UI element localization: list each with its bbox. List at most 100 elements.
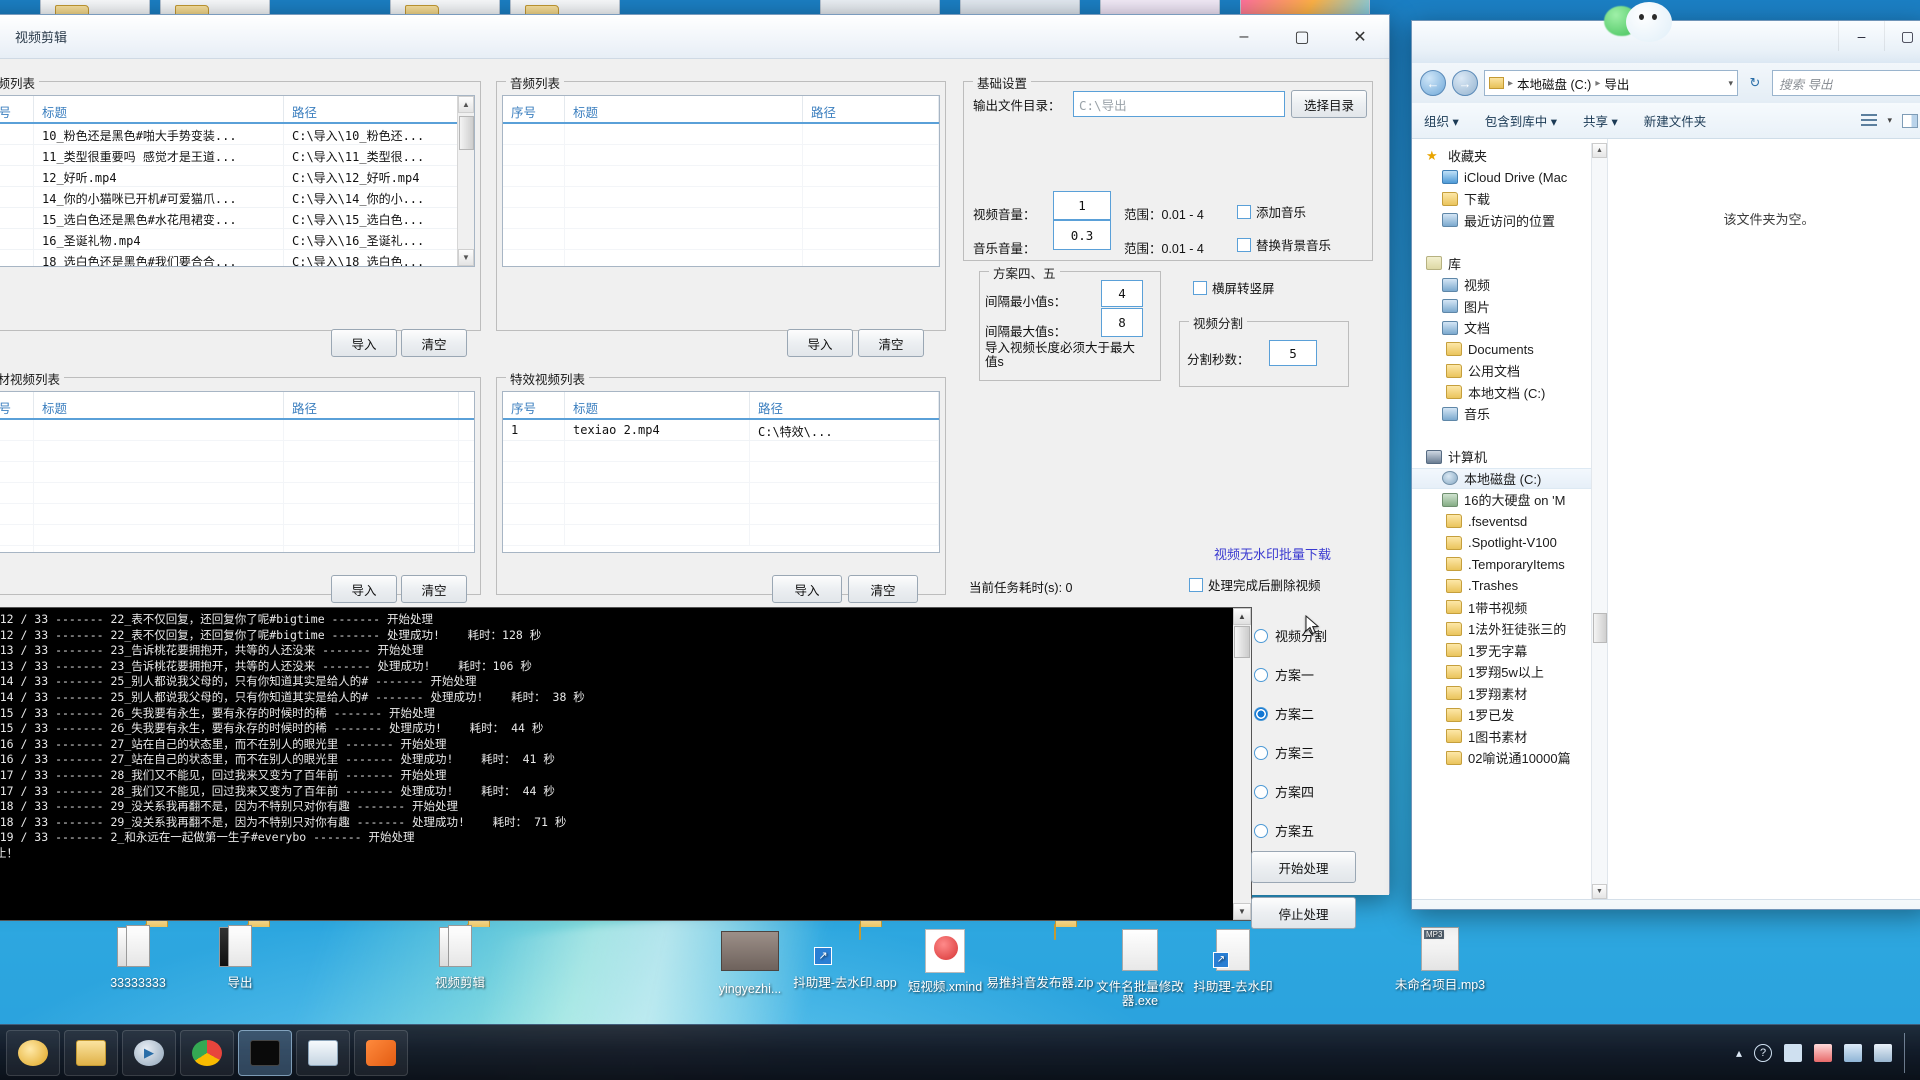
console-output[interactable]: --- 12 / 33 ------- 22_表不仅回复，还回复你了呢#bigt… [0, 607, 1252, 921]
view-list-icon[interactable] [1861, 114, 1878, 127]
scroll-up-icon[interactable]: ▲ [458, 96, 474, 113]
nav-item--temporaryitems[interactable]: .TemporaryItems [1412, 554, 1607, 576]
table-row-empty[interactable] [0, 483, 474, 504]
desktop-icon-douhelper-app[interactable]: ↗ 抖助理-去水印.app [790, 924, 900, 990]
volume-icon[interactable] [1874, 1044, 1892, 1062]
nav-item-库[interactable]: 库 [1412, 253, 1607, 275]
start-processing-button[interactable]: 开始处理 [1251, 851, 1356, 883]
taskbar-app[interactable] [354, 1029, 408, 1076]
share-menu[interactable]: 共享 ▾ [1583, 111, 1618, 130]
table-row-empty[interactable] [503, 462, 939, 483]
desktop-icon-33333333[interactable]: 33333333 [83, 924, 193, 990]
video-import-button[interactable]: 导入 [331, 329, 397, 357]
choose-dir-button[interactable]: 选择目录 [1291, 90, 1367, 118]
preview-pane-icon[interactable] [1902, 113, 1918, 128]
nav-item-图片[interactable]: 图片 [1412, 296, 1607, 318]
table-row[interactable]: 10_粉色还是黑色#啪大手势变装... C:\导入\10_粉色还... [0, 124, 474, 145]
maximize-button[interactable]: ▢ [1884, 21, 1920, 51]
include-in-library-menu[interactable]: 包含到库中 ▾ [1485, 111, 1557, 130]
nav-item-1罗无字幕[interactable]: 1罗无字幕 [1412, 640, 1607, 662]
network-icon[interactable] [1844, 1044, 1862, 1062]
landscape-to-portrait-checkbox[interactable]: 横屏转竖屏 [1193, 278, 1275, 297]
radio-dot[interactable] [1254, 745, 1268, 760]
column-header-path[interactable]: 路径 [803, 96, 939, 122]
scroll-thumb[interactable] [1234, 626, 1250, 658]
nav-item-1罗翔素材[interactable]: 1罗翔素材 [1412, 683, 1607, 705]
desktop-icon-video-edit[interactable]: 视频剪辑 [405, 924, 515, 990]
table-row-empty[interactable] [503, 208, 939, 229]
explorer-nav-pane[interactable]: ★ 收藏夹 iCloud Drive (Mac 下载 最近访问的位置库视频 图片 文档 Doc… [1412, 139, 1608, 899]
nav-item-收藏夹[interactable]: ★ 收藏夹 [1412, 145, 1607, 167]
maximize-button[interactable]: ▢ [1273, 15, 1331, 58]
column-header-path[interactable]: 路径 [284, 392, 459, 418]
video-volume-input[interactable]: 1 [1053, 191, 1111, 220]
nav-scrollbar[interactable]: ▲ ▼ [1591, 143, 1607, 899]
radio-plan-4[interactable]: 方案四 [1254, 782, 1314, 801]
table-row-empty[interactable] [0, 546, 474, 552]
radio-video-split[interactable]: 视频分割 [1254, 626, 1327, 645]
minimize-button[interactable]: – [1838, 21, 1884, 51]
split-seconds-input[interactable]: 5 [1269, 340, 1317, 366]
table-row[interactable]: 14_你的小猫咪已开机#可爱猫爪... C:\导入\14_你的小... [0, 187, 474, 208]
video-clear-button[interactable]: 清空 [401, 329, 467, 357]
table-row-empty[interactable] [503, 145, 939, 166]
taskbar-media-player[interactable]: ▶ [122, 1029, 176, 1076]
desktop-icon-mp3[interactable]: MP3 未命名项目.mp3 [1380, 925, 1500, 992]
desktop-icon-yingyezhi[interactable]: yingyezhi... [695, 925, 805, 996]
delete-after-processing-checkbox[interactable]: 处理完成后删除视频 [1189, 575, 1321, 594]
radio-dot[interactable] [1254, 628, 1268, 643]
explorer-window[interactable]: – ▢ ← → ▸ 本地磁盘 (C:) ▸ 导出 ▾ ↻ 搜索 导出 组织 ▾ … [1411, 20, 1920, 910]
nav-item-视频[interactable]: 视频 [1412, 274, 1607, 296]
radio-plan-5[interactable]: 方案五 [1254, 821, 1314, 840]
column-header-path[interactable]: 路径 [750, 392, 939, 418]
material-import-button[interactable]: 导入 [331, 575, 397, 603]
refresh-icon[interactable]: ↻ [1744, 75, 1766, 91]
scroll-down-icon[interactable]: ▼ [1233, 903, 1251, 920]
table-row[interactable]: 15_选白色还是黑色#水花甩裙变... C:\导入\15_选白色... [0, 208, 474, 229]
desktop-icon-yitui-zip[interactable]: 易推抖音发布器.zip [985, 924, 1095, 990]
nav-item-documents[interactable]: Documents [1412, 339, 1607, 361]
nav-item--fseventsd[interactable]: .fseventsd [1412, 511, 1607, 533]
output-dir-input[interactable]: C:\导出 [1073, 91, 1285, 117]
table-row-empty[interactable] [503, 250, 939, 266]
search-input[interactable]: 搜索 导出 [1772, 70, 1920, 96]
material-list-view[interactable]: 序号 标题 路径 [0, 391, 475, 553]
table-row-empty[interactable] [503, 525, 939, 546]
breadcrumb[interactable]: ▸ 本地磁盘 (C:) ▸ 导出 ▾ [1484, 70, 1738, 96]
effect-clear-button[interactable]: 清空 [848, 575, 918, 603]
start-button[interactable] [6, 1029, 60, 1076]
radio-dot[interactable] [1254, 706, 1268, 721]
chevron-down-icon[interactable]: ▾ [1728, 78, 1733, 89]
column-header-no[interactable]: 序号 [0, 96, 34, 122]
column-header-title[interactable]: 标题 [565, 96, 803, 122]
breadcrumb-item-drive[interactable]: 本地磁盘 (C:) [1517, 74, 1591, 93]
download-link[interactable]: 视频无水印批量下载 [1214, 544, 1331, 563]
nav-item-音乐[interactable]: 音乐 [1412, 403, 1607, 425]
effect-import-button[interactable]: 导入 [772, 575, 842, 603]
radio-dot[interactable] [1254, 823, 1268, 838]
organize-menu[interactable]: 组织 ▾ [1424, 111, 1459, 130]
nav-item-本地文档-c-[interactable]: 本地文档 (C:) [1412, 382, 1607, 404]
column-header-path[interactable]: 路径 [284, 96, 459, 122]
nav-item-1罗翔5w以上[interactable]: 1罗翔5w以上 [1412, 661, 1607, 683]
battery-icon[interactable] [1784, 1044, 1802, 1062]
effect-list-rows[interactable]: 1 texiao 2.mp4 C:\特效\... [503, 420, 939, 546]
console-scrollbar[interactable]: ▲ ▼ [1233, 608, 1251, 920]
nav-item-公用文档[interactable]: 公用文档 [1412, 360, 1607, 382]
video-list-view[interactable]: 序号 标题 路径 10_粉色还是黑色#啪大手势变装...C:\导入\10_粉色还… [0, 95, 475, 267]
checkbox-box[interactable] [1193, 280, 1207, 295]
table-row-empty[interactable] [503, 483, 939, 504]
table-row[interactable]: 16_圣诞礼物.mp4 C:\导入\16_圣诞礼... [0, 229, 474, 250]
table-row-empty[interactable] [503, 187, 939, 208]
table-row-empty[interactable] [0, 462, 474, 483]
video-list-rows[interactable]: 10_粉色还是黑色#啪大手势变装... C:\导入\10_粉色还... 11_类型很… [0, 124, 474, 266]
column-header-title[interactable]: 标题 [34, 96, 284, 122]
max-interval-input[interactable]: 8 [1101, 308, 1143, 337]
table-row-empty[interactable] [503, 441, 939, 462]
column-header-title[interactable]: 标题 [34, 392, 284, 418]
table-row[interactable]: 18_选白色还是黑色#我们要合合... C:\导入\18_选白色... [0, 250, 474, 266]
column-header-no[interactable]: 序号 [503, 96, 565, 122]
table-row[interactable]: 1 texiao 2.mp4 C:\特效\... [503, 420, 939, 441]
column-header-no[interactable]: 序号 [0, 392, 34, 418]
nav-item-16的大硬盘-on-m[interactable]: 16的大硬盘 on 'M [1412, 489, 1607, 511]
